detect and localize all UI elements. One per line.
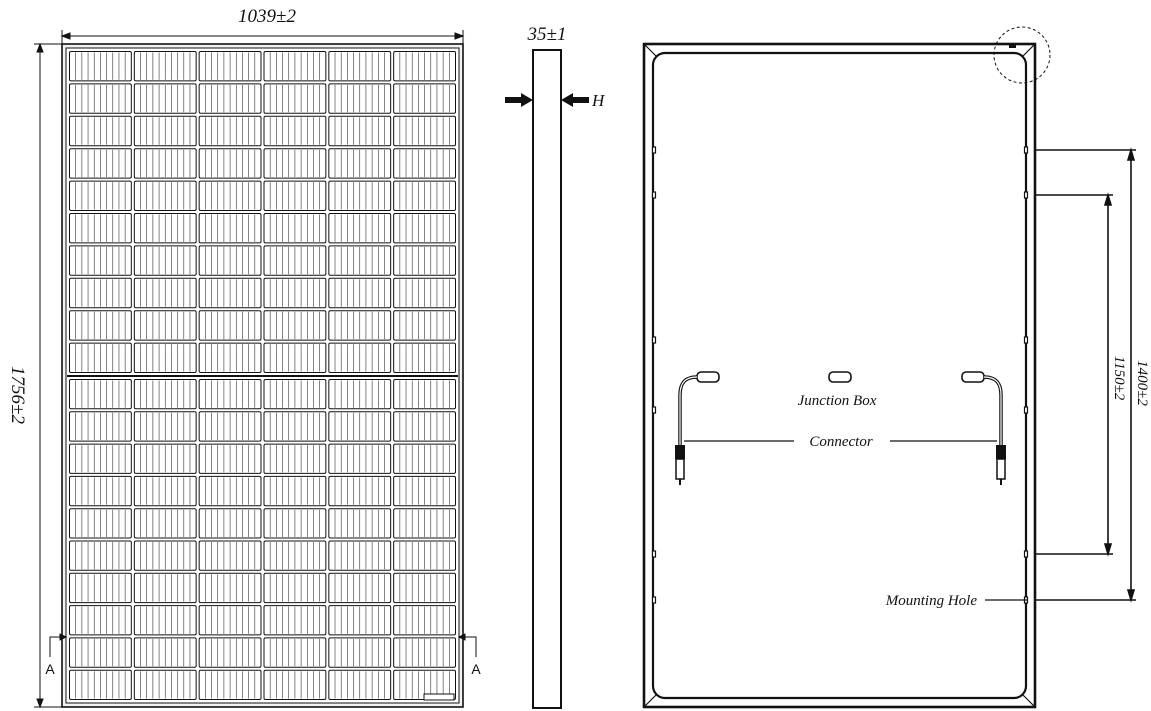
junction-box-right (961, 371, 985, 383)
thickness-label: 35±1 (527, 24, 567, 45)
front-view: 1039±2 1756±2 A A (7, 6, 481, 709)
width-label: 1039±2 (238, 6, 296, 27)
junction-box-center (828, 371, 852, 383)
side-view: 35±1 H (505, 24, 606, 709)
height-label: 1756±2 (7, 366, 28, 424)
dim-inner (1036, 192, 1113, 557)
frame-hole (1023, 336, 1029, 344)
dim-inner-label: 1150±2 (1111, 356, 1127, 401)
section-mark-left-label: A (45, 661, 55, 677)
frame-hole (651, 550, 657, 558)
connector-right (996, 445, 1006, 485)
frame-hole (651, 596, 657, 604)
junction-box-left (696, 371, 720, 383)
frame-hole (1023, 406, 1029, 414)
frame-hole (651, 191, 657, 199)
height-arrow-left (505, 93, 533, 107)
corner-notch (1009, 44, 1016, 48)
dim-outer-label: 1400±2 (1134, 360, 1150, 406)
section-mark-right-label: A (471, 661, 481, 677)
nameplate (423, 693, 455, 701)
height-dimension (34, 42, 62, 709)
height-mark-label: H (591, 91, 606, 110)
frame-hole (1023, 550, 1029, 558)
connector-label: Connector (809, 434, 872, 450)
frame-hole (1023, 191, 1029, 199)
height-arrow-right (561, 93, 589, 107)
mounting-hole-label: Mounting Hole (885, 593, 978, 609)
width-dimension (60, 30, 465, 44)
back-view: Junction Box Connector Mounting Hole 140… (642, 26, 1150, 709)
solar-panel-drawing: 1039±2 1756±2 A A 35±1 H Junction Box Co… (7, 6, 1150, 709)
frame-hole (651, 146, 657, 154)
frame-hole (651, 336, 657, 344)
frame-hole (651, 406, 657, 414)
frame-hole (1023, 146, 1029, 154)
side-profile (532, 49, 562, 709)
connector-left (675, 445, 685, 485)
junction-box-label: Junction Box (798, 393, 877, 409)
